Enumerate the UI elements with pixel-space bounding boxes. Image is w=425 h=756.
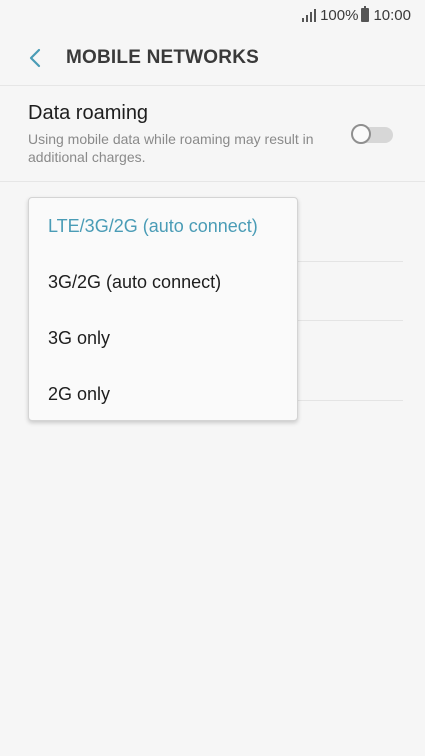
- network-mode-option[interactable]: 2G only: [29, 366, 297, 422]
- page-title: MOBILE NETWORKS: [66, 46, 259, 68]
- signal-icon: [301, 8, 317, 22]
- battery-percent: 100%: [320, 6, 359, 24]
- network-mode-option[interactable]: 3G only: [29, 310, 297, 366]
- battery-icon: [361, 6, 370, 22]
- toggle-knob: [351, 124, 371, 144]
- back-button[interactable]: [24, 47, 46, 69]
- data-roaming-toggle[interactable]: [351, 124, 393, 144]
- chevron-left-icon: [29, 48, 41, 67]
- clock: 10:00: [373, 6, 411, 24]
- network-mode-option[interactable]: LTE/3G/2G (auto connect): [29, 198, 297, 254]
- status-bar: 100% 10:00: [0, 0, 425, 30]
- network-mode-option[interactable]: 3G/2G (auto connect): [29, 254, 297, 310]
- app-header: MOBILE NETWORKS: [0, 30, 425, 86]
- data-roaming-title: Data roaming: [28, 102, 149, 124]
- data-roaming-row[interactable]: Data roaming Using mobile data while roa…: [0, 86, 425, 182]
- network-mode-dropdown: LTE/3G/2G (auto connect) 3G/2G (auto con…: [28, 197, 298, 421]
- data-roaming-description: Using mobile data while roaming may resu…: [28, 131, 314, 165]
